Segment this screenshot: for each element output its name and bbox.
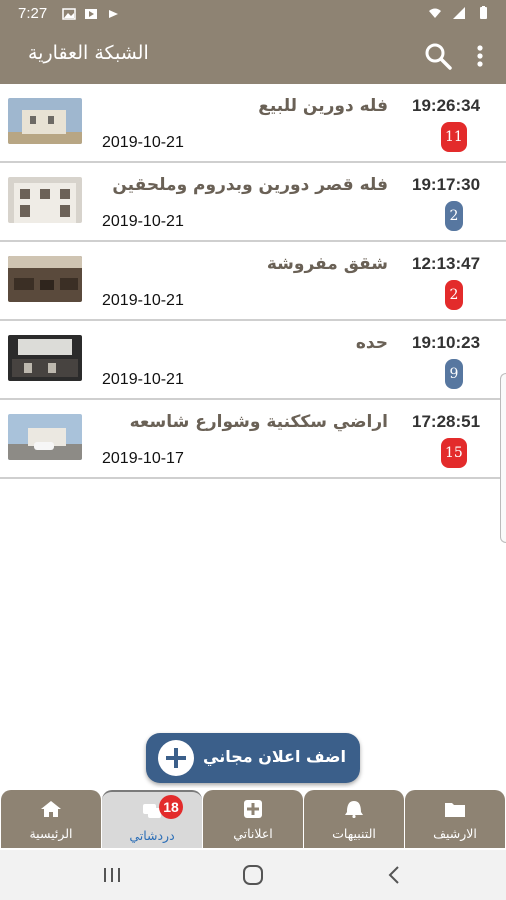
back-icon[interactable] — [380, 863, 408, 887]
listing-thumbnail[interactable] — [8, 98, 82, 144]
tab-home-label: الرئيسية — [29, 826, 73, 841]
tab-my-ads-label: اعلاناتي — [233, 826, 273, 841]
listing-time: 19:17:30 — [412, 175, 481, 194]
listing-title: شقق مفروشة — [266, 254, 388, 274]
recents-icon[interactable] — [98, 863, 126, 887]
search-icon[interactable] — [424, 42, 452, 70]
tab-archive-label: الارشيف — [433, 826, 477, 841]
app-bar: الشبكة العقارية — [0, 28, 506, 84]
listing-date: 2019-10-21 — [102, 134, 184, 151]
tab-my-chats[interactable]: 18 دردشاتي — [102, 790, 202, 848]
listing-thumbnail[interactable] — [8, 256, 82, 302]
listing-time: 19:26:34 — [412, 96, 481, 115]
tab-my-ads[interactable]: اعلاناتي — [203, 790, 303, 848]
listing-thumbnail[interactable] — [8, 414, 82, 460]
add-box-icon — [244, 800, 262, 818]
tab-alerts[interactable]: التنبيهات — [304, 790, 404, 848]
folder-icon — [445, 803, 465, 817]
listing-time: 17:28:51 — [412, 412, 481, 431]
listing-row[interactable]: حده 2019-10-21 19:10:23 9 — [0, 321, 506, 400]
home-icon — [41, 801, 61, 817]
video-icon — [85, 9, 97, 19]
wifi-icon — [429, 8, 441, 18]
app-title: الشبكة العقارية — [28, 42, 149, 64]
tab-archive[interactable]: الارشيف — [405, 790, 505, 848]
signal-icon — [453, 7, 465, 19]
more-vert-icon[interactable] — [470, 42, 490, 70]
listing-count-badge: 11 — [441, 122, 467, 152]
listing-date: 2019-10-21 — [102, 371, 184, 388]
listing-count-badge: 2 — [445, 201, 463, 231]
bell-icon — [345, 801, 363, 818]
listing-row[interactable]: فله قصر دورين وبدروم وملحقين 2019-10-21 … — [0, 163, 506, 242]
listing-count-badge: 9 — [445, 359, 463, 389]
listing-list: فله دورين للبيع 2019-10-21 19:26:34 11 ف… — [0, 84, 506, 479]
listing-time: 12:13:47 — [412, 254, 481, 273]
listing-date: 2019-10-21 — [102, 292, 184, 309]
side-scroll-handle[interactable] — [500, 373, 506, 543]
listing-row[interactable]: اراضي سككنية وشوارع شاسعه 2019-10-17 17:… — [0, 400, 506, 479]
status-bar: 7:27 — [0, 0, 506, 28]
listing-count-badge: 2 — [445, 280, 463, 310]
tab-home[interactable]: الرئيسية — [1, 790, 101, 848]
system-nav-bar — [0, 850, 506, 900]
listing-date: 2019-10-21 — [102, 213, 184, 230]
tab-my-chats-label: دردشاتي — [129, 828, 175, 843]
bottom-nav: الرئيسية 18 دردشاتي اعلاناتي التنبيهات ا… — [0, 788, 506, 850]
plus-icon — [158, 740, 194, 776]
listing-date: 2019-10-17 — [102, 450, 184, 467]
tab-alerts-label: التنبيهات — [332, 826, 376, 841]
add-free-ad-label: اضف اعلان مجاني — [203, 747, 346, 766]
add-free-ad-button[interactable]: اضف اعلان مجاني — [146, 733, 360, 783]
battery-icon — [480, 6, 487, 19]
listing-title: فله قصر دورين وبدروم وملحقين — [112, 175, 388, 195]
status-time: 7:27 — [18, 5, 48, 22]
listing-row[interactable]: فله دورين للبيع 2019-10-21 19:26:34 11 — [0, 84, 506, 163]
listing-count-badge: 15 — [441, 438, 467, 468]
chats-unread-badge: 18 — [159, 795, 183, 819]
listing-row[interactable]: شقق مفروشة 2019-10-21 12:13:47 2 — [0, 242, 506, 321]
listing-title: حده — [355, 333, 388, 353]
youtube-icon — [109, 10, 118, 18]
listing-title: فله دورين للبيع — [258, 96, 388, 116]
home-button-icon[interactable] — [239, 863, 267, 887]
listing-time: 19:10:23 — [412, 333, 481, 352]
listing-thumbnail[interactable] — [8, 177, 82, 223]
image-icon — [62, 8, 76, 20]
listing-thumbnail[interactable] — [8, 335, 82, 381]
listing-title: اراضي سككنية وشوارع شاسعه — [129, 412, 388, 432]
